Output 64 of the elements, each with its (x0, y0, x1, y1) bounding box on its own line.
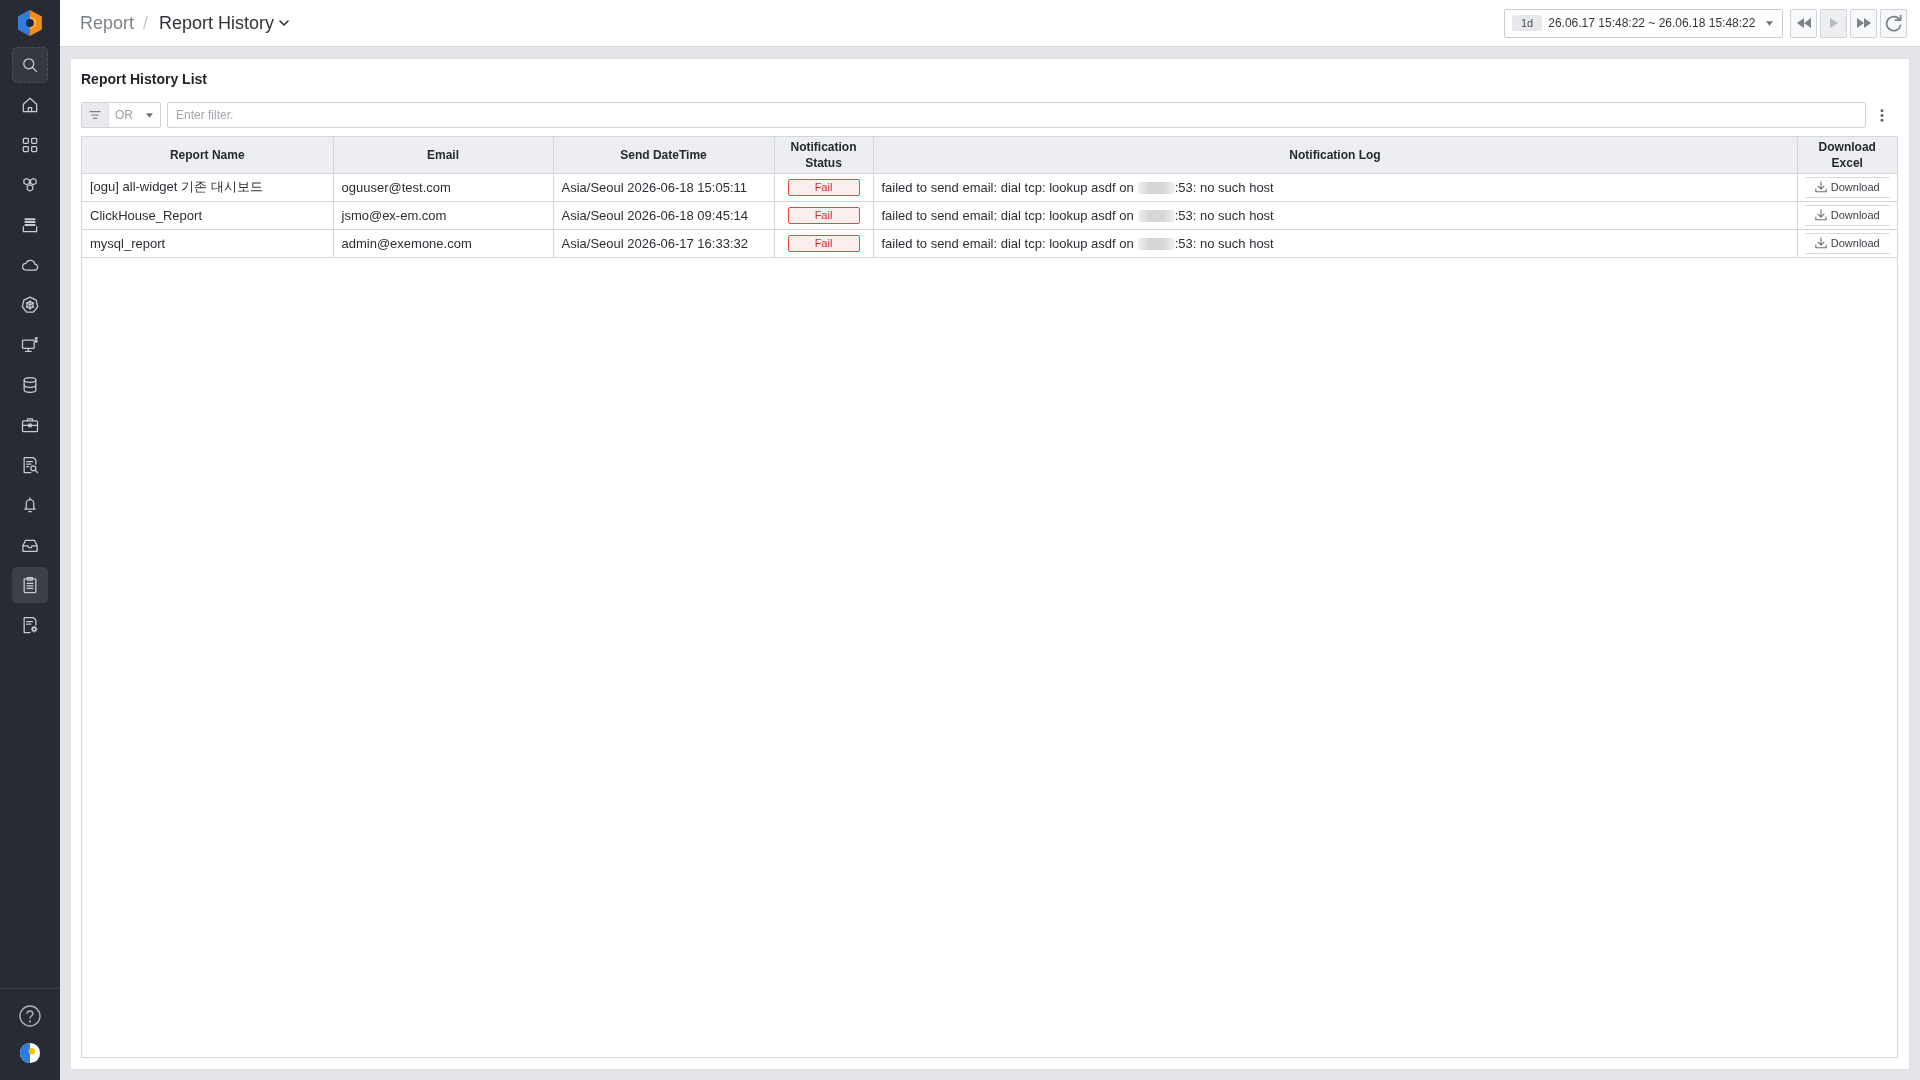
download-button[interactable]: Download (1804, 232, 1890, 254)
sidebar-nav-item[interactable] (12, 567, 48, 603)
avatar-icon[interactable] (19, 1042, 41, 1064)
log-text: :53: no such host (1174, 180, 1274, 196)
help-icon (18, 1004, 42, 1028)
more-icon (1880, 108, 1884, 122)
column-header[interactable]: Notification Log (873, 137, 1797, 173)
hexagons-icon (20, 175, 40, 195)
breadcrumb-separator: / (143, 12, 149, 34)
column-header[interactable]: Report Name (82, 137, 333, 173)
playback-button[interactable] (1790, 8, 1817, 38)
refresh-button[interactable] (1880, 8, 1907, 38)
logo-icon (17, 10, 43, 36)
refresh-icon (1885, 14, 1902, 32)
time-range-picker[interactable]: 1d 26.06.17 15:48:22 ~ 26.06.18 15:48:22 (1504, 8, 1783, 38)
briefcase-icon (20, 415, 40, 435)
home-icon (20, 95, 40, 115)
status-badge: Fail (787, 206, 860, 224)
log-text: failed to send email: dial tcp: lookup asdf on (881, 180, 1134, 196)
log-text: failed to send email: dial tcp: lookup asdf on (881, 208, 1134, 224)
fast-forward-icon (1856, 18, 1871, 28)
table-cell: mysql_report (82, 229, 333, 257)
download-icon (1814, 237, 1827, 249)
table-cell: Asia/Seoul 2026-06-18 15:05:11 (553, 173, 774, 201)
table-cell: Asia/Seoul 2026-06-17 16:33:32 (553, 229, 774, 257)
filter-button[interactable] (82, 103, 109, 127)
table-cell: [ogu] all-widget 기존 대시보드 (82, 173, 333, 201)
rewind-icon (1796, 18, 1811, 28)
filter-icon (89, 110, 101, 120)
page-title-dropdown[interactable]: Report History (159, 12, 290, 34)
caret-down-icon (1766, 20, 1773, 26)
table-cell: admin@exemone.com (333, 229, 553, 257)
log-text: :53: no such host (1174, 236, 1274, 252)
grid-icon (20, 135, 40, 155)
table-cell: ClickHouse_Report (82, 201, 333, 229)
status-badge: Fail (787, 178, 860, 196)
log-text: :53: no such host (1174, 208, 1274, 224)
time-preset-badge: 1d (1512, 15, 1543, 31)
download-button[interactable]: Download (1804, 176, 1890, 198)
search-icon (20, 55, 40, 75)
help-button[interactable] (18, 1004, 42, 1028)
column-header[interactable]: Download Excel (1797, 137, 1897, 173)
monitor-icon (20, 335, 40, 355)
download-button[interactable]: Download (1804, 204, 1890, 226)
wheel-icon (20, 295, 40, 315)
breadcrumb-link[interactable]: Report (80, 12, 135, 34)
time-range-text: 26.06.17 15:48:22 ~ 26.06.18 15:48:22 (1548, 16, 1756, 30)
filter-input-field[interactable]: Enter filter. (167, 102, 1866, 128)
download-icon (1814, 209, 1827, 221)
search-button[interactable] (12, 47, 48, 83)
column-header[interactable]: Send DateTime (553, 137, 774, 173)
panel-title: Report History List (81, 70, 207, 89)
chevron-down-icon (279, 20, 290, 26)
table-cell: jsmo@ex-em.com (333, 201, 553, 229)
column-header[interactable]: Email (333, 137, 553, 173)
playback-button[interactable] (1850, 8, 1877, 38)
status-badge: Fail (787, 234, 860, 252)
download-icon (1814, 181, 1827, 193)
stack-icon (20, 215, 40, 235)
caret-down-icon (146, 112, 153, 118)
column-header[interactable]: Notification Status (774, 137, 873, 173)
table-cell: oguuser@test.com (333, 173, 553, 201)
table-cell: Asia/Seoul 2026-06-18 09:45:14 (553, 201, 774, 229)
log-text: failed to send email: dial tcp: lookup asdf on (881, 236, 1134, 252)
